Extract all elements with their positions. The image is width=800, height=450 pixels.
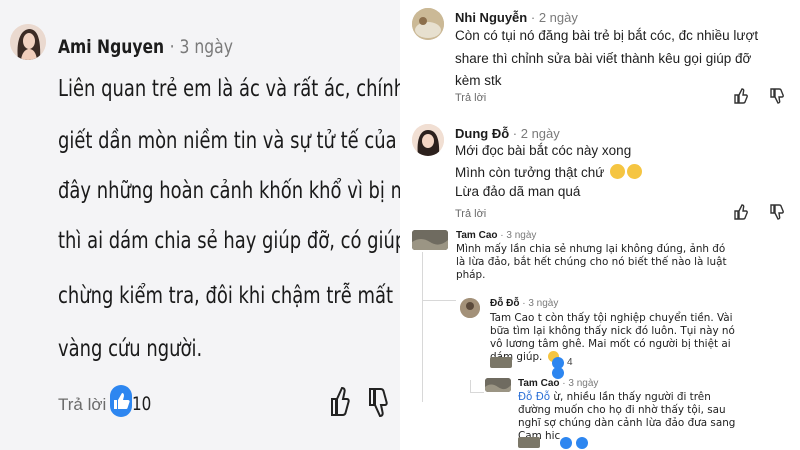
photo-icon (460, 298, 480, 318)
comment-line: kèm stk (455, 73, 502, 88)
comment-line-with-emoji: Mình còn tưởng thật chứ (455, 164, 643, 180)
comment-time[interactable]: 3 ngày (180, 36, 233, 58)
like-badge-icon (552, 357, 564, 369)
like-icon[interactable] (330, 385, 350, 419)
pensive-emoji-icon (627, 164, 643, 179)
like-icon[interactable] (734, 88, 748, 104)
comment-line: nghĩ sợ chúng dàn cảnh lừa đảo đưa sang (518, 417, 736, 429)
comment-text: ừ, nhiều lần thấy người đi trên (550, 391, 711, 403)
comment-line: là lừa đảo, bắt hết chúng cho nó biết th… (456, 256, 727, 268)
like-count-badge[interactable] (110, 385, 132, 417)
tam-author[interactable]: Tam Cao · 3 ngày (456, 230, 536, 241)
comment-time[interactable]: 2 ngày (539, 10, 578, 25)
author-name[interactable]: Nhi Nguyễn (455, 10, 527, 25)
do-author[interactable]: Đỗ Đỗ · 3 ngày (490, 298, 558, 309)
comment-time[interactable]: 2 ngày (521, 126, 560, 141)
tam-author-2[interactable]: Tam Cao · 3 ngày (518, 378, 598, 389)
photo-icon (412, 230, 448, 250)
thread-connector (470, 392, 484, 393)
tam-avatar-2[interactable] (485, 378, 511, 392)
comment-line-with-mention: Đỗ Đỗ ừ, nhiều lần thấy người đi trên (518, 391, 711, 403)
thread-connector (470, 380, 471, 392)
comment-line: Lừa đảo dã man quá (455, 184, 581, 199)
comment-line: chừng kiểm tra, đôi khi chậm trễ mất luô… (58, 283, 400, 309)
author-name[interactable]: Dung Đỗ (455, 126, 509, 141)
like-badge-icon (576, 437, 588, 449)
author-name[interactable]: Tam Cao (456, 230, 498, 241)
dislike-icon[interactable] (368, 385, 388, 419)
nhi-avatar[interactable] (412, 8, 444, 40)
dung-author[interactable]: Dung Đỗ · 2 ngày (455, 126, 560, 141)
portrait-icon (412, 124, 444, 156)
author-name[interactable]: Tam Cao (518, 378, 560, 389)
comment-line: đây những hoàn cảnh khốn khổ vì bị mất c… (58, 178, 400, 204)
photo-icon (412, 8, 444, 40)
dislike-icon[interactable] (770, 88, 784, 104)
comment-line: Còn có tụi nó đăng bài trẻ bị bắt cóc, đ… (455, 28, 759, 43)
like-icon[interactable] (734, 204, 748, 220)
reaction-avatar (490, 357, 512, 368)
comment-time[interactable]: 3 ngày (506, 230, 536, 241)
comment-line: Mới đọc bài bắt cóc này xong (455, 143, 632, 158)
reply-button[interactable]: Trả lời (455, 92, 486, 104)
thumbs-up-icon (114, 393, 130, 409)
dislike-icon[interactable] (770, 204, 784, 220)
author-name[interactable]: Đỗ Đỗ (490, 298, 519, 309)
like-count: 10 (132, 393, 152, 415)
tam-avatar[interactable] (412, 230, 448, 250)
like-badge-icon (560, 437, 572, 449)
comment-line: Tam Cao t còn thấy tội nghiệp chuyển tiề… (490, 312, 733, 324)
do-avatar[interactable] (460, 298, 480, 318)
comment-time[interactable]: 3 ngày (568, 378, 598, 389)
author-name[interactable]: Ami Nguyen (58, 36, 164, 58)
reaction-avatar (518, 437, 540, 448)
right-comment-panel: Nhi Nguyễn · 2 ngày Còn có tụi nó đăng b… (400, 0, 800, 450)
comment-line: vàng cứu người. (58, 336, 203, 362)
comment-line: Liên quan trẻ em là ác và rất ác, chính … (58, 76, 400, 102)
photo-icon (485, 378, 511, 392)
pensive-emoji-icon (610, 164, 626, 179)
thread-connector (422, 300, 456, 301)
comment-line: share thì chỉnh sửa bài viết thành kêu g… (455, 51, 752, 66)
comment-line: giết dần mòn niềm tin và sự tử tế của co… (58, 128, 400, 154)
nhi-author[interactable]: Nhi Nguyễn · 2 ngày (455, 10, 578, 25)
ami-author[interactable]: Ami Nguyen · 3 ngày (58, 36, 233, 58)
time-sep: · (512, 126, 521, 141)
like-count: 4 (567, 357, 573, 368)
dung-avatar[interactable] (412, 124, 444, 156)
comment-text: Mình còn tưởng thật chứ (455, 165, 605, 180)
mention-link[interactable]: Đỗ Đỗ (518, 391, 550, 403)
thread-connector (422, 252, 423, 402)
comment-line: pháp. (456, 269, 486, 281)
left-comment-panel: Ami Nguyen · 3 ngày Liên quan trẻ em là … (0, 0, 400, 450)
comment-line: Mình mấy lần chia sẻ nhưng lại không đún… (456, 243, 726, 255)
reply-button[interactable]: Trả lời (455, 208, 486, 220)
comment-line: vô lương tâm ghê. Mai mốt có người bị th… (490, 338, 731, 350)
comment-line: thì ai dám chia sẻ hay giúp đỡ, có giúp … (58, 228, 400, 254)
comment-line: đường muốn cho họ đi nhờ thấy tội, sau (518, 404, 726, 416)
comment-line: bữa tìm lại không thấy nick đó luôn. Tụi… (490, 325, 735, 337)
comment-time[interactable]: 3 ngày (528, 298, 558, 309)
time-sep: · (530, 10, 539, 25)
ami-avatar[interactable] (10, 24, 46, 60)
portrait-icon (10, 24, 46, 60)
time-sep: · (169, 36, 180, 58)
reply-button[interactable]: Trả lời (58, 395, 106, 415)
